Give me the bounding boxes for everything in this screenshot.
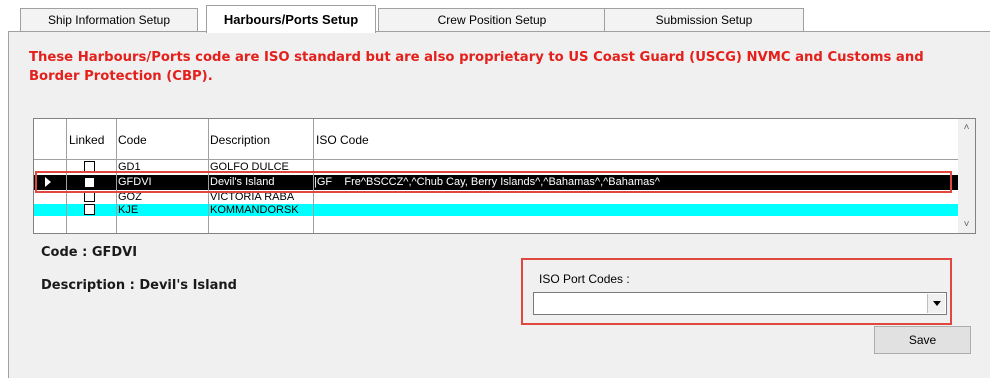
row-iso: |GF Fre^BSCCZ^,^Chub Cay, Berry Islands^… — [314, 176, 660, 188]
row-code: KJE — [118, 204, 139, 216]
iso-port-codes-dropdown[interactable] — [533, 292, 947, 315]
table-row-selected[interactable]: GFDVI Devil's Island |GF Fre^BSCCZ^,^Chu… — [34, 175, 959, 190]
iso-port-codes-label: ISO Port Codes : — [539, 272, 630, 286]
chevron-down-icon[interactable] — [927, 294, 945, 313]
row-iso — [316, 191, 936, 203]
tab-submission-setup[interactable]: Submission Setup — [604, 8, 804, 31]
header-linked[interactable]: Linked — [69, 133, 104, 147]
column-separator — [313, 119, 314, 233]
row-description: GOLFO DULCE — [210, 161, 289, 173]
selected-description-label: Description : Devil's Island — [41, 278, 237, 293]
header-description[interactable]: Description — [210, 133, 270, 147]
save-button[interactable]: Save — [874, 326, 971, 354]
tab-harbours-ports-setup[interactable]: Harbours/Ports Setup — [206, 5, 376, 33]
row-code: GFDVI — [118, 176, 152, 188]
row-iso — [316, 161, 936, 173]
harbours-grid: Linked Code Description ISO Code GD1 GOL… — [33, 118, 976, 234]
row-iso — [316, 204, 936, 216]
selected-code-label: Code : GFDVI — [41, 245, 138, 260]
linked-checkbox[interactable] — [84, 191, 95, 202]
scroll-up-icon[interactable]: ˄ — [958, 119, 975, 136]
table-row-highlighted[interactable]: KJE KOMMANDORSK — [34, 204, 959, 216]
tab-ship-information-setup[interactable]: Ship Information Setup — [20, 8, 198, 31]
grid-vertical-scrollbar[interactable]: ˄ ˅ — [958, 119, 975, 233]
header-iso-code[interactable]: ISO Code — [316, 133, 369, 147]
column-separator — [66, 119, 67, 233]
table-row[interactable]: GOZ VICTORIA RABA — [34, 191, 959, 203]
tab-crew-position-setup[interactable]: Crew Position Setup — [378, 8, 606, 31]
row-description: Devil's Island — [210, 176, 275, 188]
iso-notice: These Harbours/Ports code are ISO standa… — [29, 50, 924, 84]
column-separator — [208, 119, 209, 233]
linked-checkbox[interactable] — [84, 177, 95, 188]
grid-header: Linked Code Description ISO Code — [34, 119, 959, 160]
row-code: GD1 — [118, 161, 141, 173]
row-code: GOZ — [118, 191, 142, 203]
row-indicator-icon — [45, 177, 51, 187]
linked-checkbox[interactable] — [84, 161, 95, 172]
header-code[interactable]: Code — [118, 133, 147, 147]
linked-checkbox[interactable] — [84, 204, 95, 215]
table-row[interactable]: GD1 GOLFO DULCE — [34, 161, 959, 173]
row-description: KOMMANDORSK — [210, 204, 299, 216]
row-description: VICTORIA RABA — [210, 191, 295, 203]
scroll-down-icon[interactable]: ˅ — [958, 216, 975, 233]
column-separator — [116, 119, 117, 233]
